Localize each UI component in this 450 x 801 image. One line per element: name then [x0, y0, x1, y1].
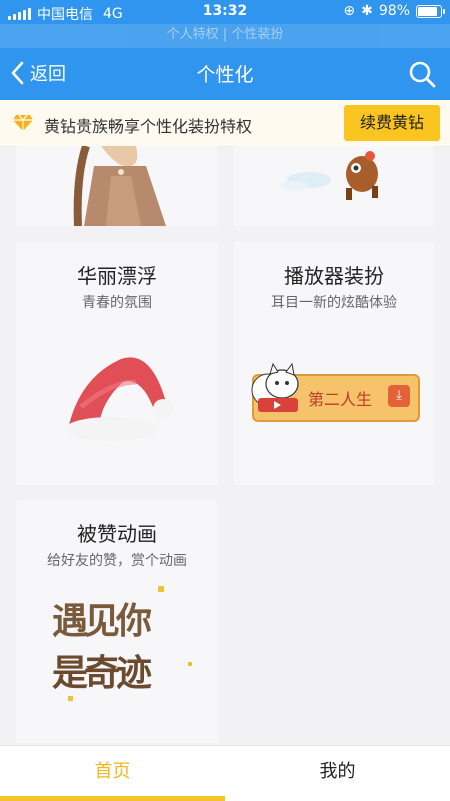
card-subtitle: 给好友的赞，赏个动画	[47, 553, 187, 569]
status-bar: 中国电信 4G 13:32 ⊕ ✱ 98%	[0, 0, 450, 24]
battery-icon	[416, 4, 445, 18]
card-subtitle: 耳目一新的炫酷体验	[271, 295, 397, 311]
dress-figure-image	[73, 146, 166, 226]
tab-mine-label: 我的	[319, 761, 356, 782]
card-title: 华丽漂浮	[77, 264, 157, 288]
orientation-lock-icon: ⊕	[343, 3, 356, 19]
tab-home-label: 首页	[94, 761, 131, 782]
reindeer-image	[280, 151, 378, 200]
page-title: 个性化	[196, 64, 254, 86]
calligraphy-art: 遇见你 是奇迹	[48, 586, 198, 712]
lucky-cat-icon	[251, 362, 299, 412]
card-title: 播放器装扮	[284, 264, 384, 288]
calligraphy-line-1: 遇见你	[52, 600, 152, 642]
card-like-animation[interactable]: 被赞动画 给好友的赞，赏个动画 遇见你 是奇迹	[16, 500, 218, 743]
vip-banner: 黄钻贵族畅享个性化装扮特权 续费黄钻	[0, 100, 450, 147]
search-icon[interactable]	[408, 60, 436, 88]
tab-mine[interactable]: 我的	[225, 746, 450, 801]
card-partial-right[interactable]	[234, 146, 434, 226]
card-player-skin[interactable]: 播放器装扮 耳目一新的炫酷体验 第二人生 ⤓	[234, 242, 434, 485]
download-icon: ⤓	[388, 385, 410, 407]
card-title: 被赞动画	[77, 522, 157, 546]
card-floating-effect[interactable]: 华丽漂浮 青春的氛围	[16, 242, 218, 485]
card-partial-left[interactable]	[16, 146, 218, 226]
bluetooth-icon: ✱	[361, 3, 373, 19]
player-track-title: 第二人生	[308, 390, 373, 409]
player-skin-preview: 第二人生 ⤓	[251, 362, 420, 422]
active-tab-indicator	[0, 796, 225, 801]
bottom-tab-bar: 首页 我的	[0, 745, 450, 801]
card-subtitle: 青春的氛围	[82, 295, 152, 311]
nav-bar: 返回 个性化	[0, 48, 450, 100]
diamond-icon	[13, 114, 33, 131]
santa-hat-image	[65, 357, 173, 441]
calligraphy-line-2: 是奇迹	[52, 652, 152, 694]
vip-text: 黄钻贵族畅享个性化装扮特权	[44, 117, 253, 136]
tab-home[interactable]: 首页	[0, 746, 225, 801]
battery-percent: 98%	[378, 3, 410, 19]
ghost-tab-labels: 个人特权 | 个性装扮	[0, 24, 450, 48]
renew-vip-button[interactable]: 续费黄钻	[344, 105, 440, 141]
